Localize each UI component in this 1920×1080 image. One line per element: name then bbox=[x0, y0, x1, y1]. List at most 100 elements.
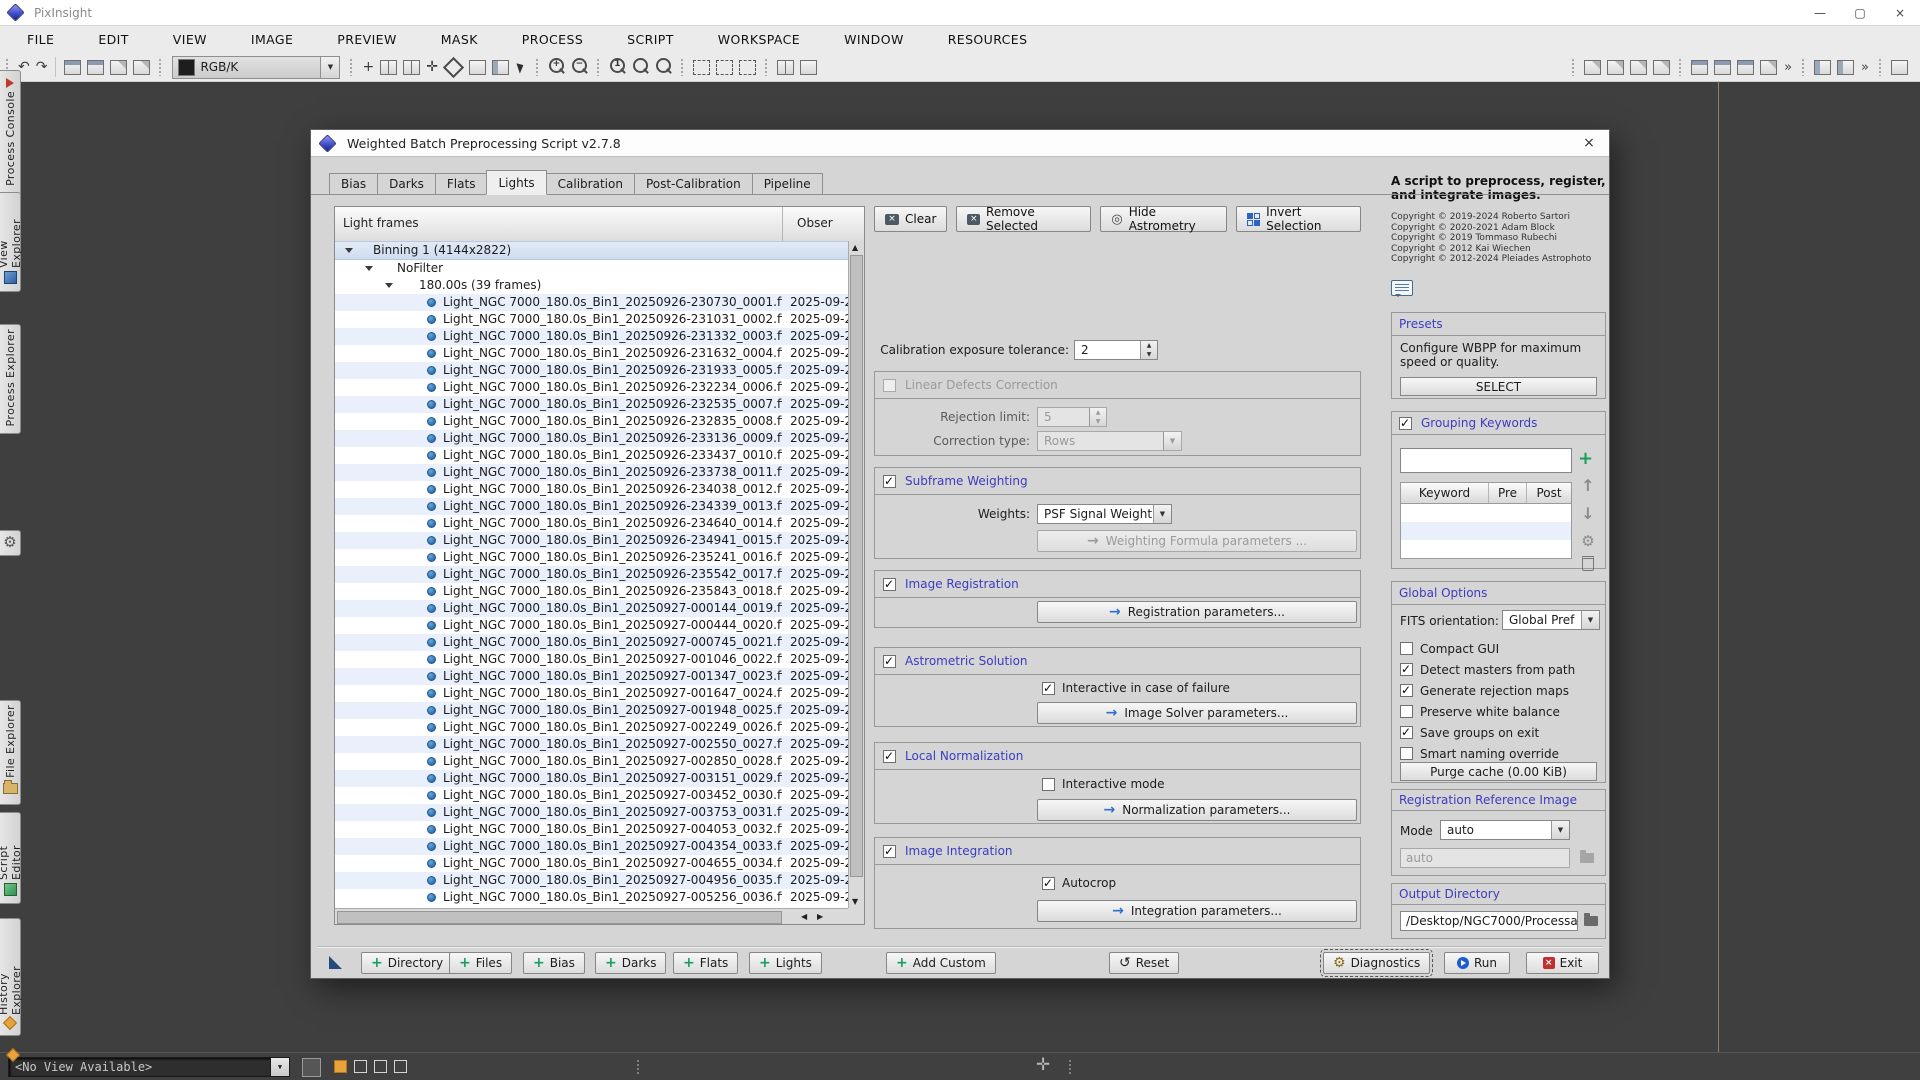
tree-group-filter[interactable]: NoFilter bbox=[335, 260, 848, 277]
workspace-4-icon[interactable] bbox=[394, 1060, 407, 1073]
fits-orientation-dropdown[interactable]: Global Pref ▼ bbox=[1502, 610, 1600, 630]
toolbar-grip[interactable] bbox=[349, 58, 354, 76]
view-thumbnail-icon[interactable] bbox=[302, 1058, 321, 1077]
chevron-down-icon[interactable]: ▼ bbox=[270, 1058, 289, 1076]
new-preview-icon[interactable] bbox=[693, 60, 710, 75]
tab-post-calibration[interactable]: Post-Calibration bbox=[634, 173, 752, 195]
light-frame-row[interactable]: Light_NGC 7000_180.0s_Bin1_20250927-0052… bbox=[335, 889, 848, 906]
dock-tab-settings[interactable]: ⚙ bbox=[0, 530, 21, 556]
light-frame-row[interactable]: Light_NGC 7000_180.0s_Bin1_20250926-2346… bbox=[335, 515, 848, 532]
light-frame-row[interactable]: Light_NGC 7000_180.0s_Bin1_20250926-2310… bbox=[335, 311, 848, 328]
dock-tab-process-explorer[interactable]: Process Explorer bbox=[0, 324, 21, 434]
light-frame-row[interactable]: Light_NGC 7000_180.0s_Bin1_20250926-2334… bbox=[335, 447, 848, 464]
delete-preview-icon[interactable] bbox=[739, 60, 756, 75]
edit-preview-icon[interactable] bbox=[716, 60, 733, 75]
run-button[interactable]: Run bbox=[1444, 952, 1510, 974]
light-frame-row[interactable]: Light_NGC 7000_180.0s_Bin1_20250926-2322… bbox=[335, 379, 848, 396]
light-frame-row[interactable]: Light_NGC 7000_180.0s_Bin1_20250926-2316… bbox=[335, 345, 848, 362]
duplicate-image-icon[interactable] bbox=[87, 60, 104, 75]
toolbar-grip[interactable] bbox=[158, 58, 163, 76]
collapse-arrow-icon[interactable] bbox=[365, 266, 373, 271]
browse-output-folder-icon[interactable] bbox=[1584, 916, 1598, 926]
expand-window-icon[interactable] bbox=[380, 60, 397, 75]
toolbar-grip[interactable] bbox=[1878, 58, 1883, 76]
image-integration-checkbox[interactable] bbox=[883, 845, 896, 858]
view-selector-combo[interactable]: <No View Available> ▼ bbox=[8, 1057, 290, 1077]
chevron-down-icon[interactable]: ▼ bbox=[1551, 821, 1569, 839]
toolbar-overflow-chevron[interactable]: » bbox=[1861, 60, 1869, 75]
global-option-checkbox[interactable] bbox=[1400, 642, 1413, 655]
purge-cache-button[interactable]: Purge cache (0.00 KiB) bbox=[1400, 762, 1597, 781]
light-frame-row[interactable]: Light_NGC 7000_180.0s_Bin1_20250926-2319… bbox=[335, 362, 848, 379]
reset-button[interactable]: ↺ Reset bbox=[1109, 952, 1179, 974]
add-custom-button[interactable]: + Add Custom bbox=[886, 952, 996, 974]
paste-image-icon[interactable] bbox=[133, 60, 150, 75]
scroll-up-icon[interactable]: ▲ bbox=[852, 243, 858, 252]
light-frame-row[interactable]: Light_NGC 7000_180.0s_Bin1_20250927-0007… bbox=[335, 634, 848, 651]
tab-lights[interactable]: Lights bbox=[486, 170, 546, 195]
light-frame-row[interactable]: Light_NGC 7000_180.0s_Bin1_20250927-0049… bbox=[335, 872, 848, 889]
rectangle-tool-icon[interactable] bbox=[469, 60, 486, 75]
exit-button[interactable]: × Exit bbox=[1526, 952, 1599, 974]
light-frame-row[interactable]: Light_NGC 7000_180.0s_Bin1_20250926-2325… bbox=[335, 396, 848, 413]
column-post[interactable]: Post bbox=[1527, 483, 1571, 503]
light-frame-row[interactable]: Light_NGC 7000_180.0s_Bin1_20250927-0034… bbox=[335, 787, 848, 804]
process-icon-4[interactable] bbox=[1653, 60, 1670, 75]
tab-bias[interactable]: Bias bbox=[329, 173, 377, 195]
script-icon-1[interactable] bbox=[1691, 60, 1708, 75]
maximize-button[interactable]: ▢ bbox=[1840, 0, 1880, 25]
tree-horizontal-scrollbar[interactable]: ◀ ▶ bbox=[335, 908, 848, 924]
scroll-left-icon[interactable]: ◀ bbox=[801, 912, 807, 921]
center-view-icon[interactable]: ✛ bbox=[426, 60, 438, 74]
toolbar-overflow-chevron[interactable]: » bbox=[1784, 60, 1792, 75]
light-frame-row[interactable]: Light_NGC 7000_180.0s_Bin1_20250927-0013… bbox=[335, 668, 848, 685]
menu-item[interactable]: PREVIEW bbox=[337, 32, 396, 47]
zoom-optimal-icon[interactable] bbox=[656, 58, 671, 73]
screen-mode-icon[interactable] bbox=[800, 60, 817, 75]
collapse-arrow-icon[interactable] bbox=[385, 283, 393, 288]
global-option-checkbox[interactable] bbox=[1400, 705, 1413, 718]
light-frame-row[interactable]: Light_NGC 7000_180.0s_Bin1_20250926-2307… bbox=[335, 294, 848, 311]
menu-item[interactable]: PROCESS bbox=[522, 32, 583, 47]
autocrop-checkbox[interactable] bbox=[1042, 877, 1055, 890]
explorer-panel-icon[interactable] bbox=[1814, 60, 1831, 75]
image-solver-parameters-button[interactable]: → Image Solver parameters... bbox=[1037, 702, 1357, 724]
add-bias-button[interactable]: + Bias bbox=[523, 952, 585, 974]
light-frame-row[interactable]: Light_NGC 7000_180.0s_Bin1_20250926-2355… bbox=[335, 566, 848, 583]
close-button[interactable]: × bbox=[1880, 0, 1920, 25]
linear-defects-checkbox[interactable] bbox=[883, 379, 896, 392]
add-keyword-icon[interactable]: + bbox=[1578, 450, 1593, 468]
light-frame-row[interactable]: Light_NGC 7000_180.0s_Bin1_20250927-0010… bbox=[335, 651, 848, 668]
toolbar-grip[interactable] bbox=[596, 58, 601, 76]
invert-selection-button[interactable]: Invert Selection bbox=[1236, 206, 1361, 232]
copy-image-icon[interactable] bbox=[110, 60, 127, 75]
spin-arrows-icon[interactable]: ▲▼ bbox=[1140, 341, 1157, 359]
toolbar-grip[interactable] bbox=[1678, 58, 1683, 76]
light-frame-row[interactable]: Light_NGC 7000_180.0s_Bin1_20250927-0025… bbox=[335, 736, 848, 753]
split-view-icon[interactable] bbox=[777, 60, 794, 75]
global-option-checkbox[interactable] bbox=[1400, 684, 1413, 697]
toolbar-grip[interactable] bbox=[764, 58, 769, 76]
tab-calibration[interactable]: Calibration bbox=[547, 173, 634, 195]
tree-group-binning[interactable]: Binning 1 (4144x2822) bbox=[335, 241, 848, 260]
half-view-icon[interactable] bbox=[492, 60, 509, 75]
clear-button[interactable]: × Clear bbox=[874, 206, 947, 232]
calibration-tolerance-spinbox[interactable]: 2 ▲▼ bbox=[1074, 340, 1158, 360]
toolbar-grip[interactable] bbox=[1571, 58, 1576, 76]
shrink-window-icon[interactable] bbox=[403, 60, 420, 75]
tree-column-divider[interactable] bbox=[782, 207, 783, 241]
menu-item[interactable]: SCRIPT bbox=[627, 32, 674, 47]
global-option-checkbox[interactable] bbox=[1400, 747, 1413, 760]
keyword-settings-gear-icon[interactable]: ⚙ bbox=[1578, 534, 1598, 549]
light-frame-row[interactable]: Light_NGC 7000_180.0s_Bin1_20250927-0019… bbox=[335, 702, 848, 719]
menu-item[interactable]: FILE bbox=[27, 32, 54, 47]
global-option-checkbox[interactable] bbox=[1400, 663, 1413, 676]
light-frame-row[interactable]: Light_NGC 7000_180.0s_Bin1_20250926-2328… bbox=[335, 413, 848, 430]
tree-column-observation[interactable]: Obser bbox=[797, 216, 847, 230]
global-option-checkbox[interactable] bbox=[1400, 726, 1413, 739]
add-darks-button[interactable]: + Darks bbox=[595, 952, 666, 974]
vertical-scroll-thumb[interactable] bbox=[850, 255, 863, 877]
integration-parameters-button[interactable]: → Integration parameters... bbox=[1037, 900, 1357, 922]
scroll-down-icon[interactable]: ▼ bbox=[852, 897, 858, 906]
light-frame-row[interactable]: Light_NGC 7000_180.0s_Bin1_20250926-2337… bbox=[335, 464, 848, 481]
